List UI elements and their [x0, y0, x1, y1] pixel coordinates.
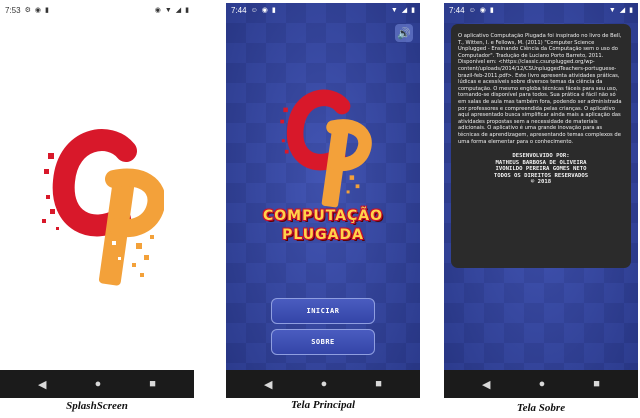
- credits-rights: TODOS OS DIREITOS RESERVADOS: [493, 172, 589, 179]
- wifi-icon: ▼: [390, 6, 398, 14]
- navigation-bar: ◀ ● ■: [444, 370, 638, 398]
- circle-icon: ◉: [479, 6, 486, 14]
- navigation-bar: ◀ ● ■: [0, 370, 194, 398]
- battery-icon: ▮: [411, 6, 415, 14]
- app-title-line2: PLUGADA: [282, 227, 364, 243]
- caption-main: Tela Principal: [290, 399, 356, 411]
- home-circle-icon[interactable]: ●: [539, 378, 546, 390]
- cp-logo: [276, 85, 372, 213]
- wifi-icon: ▼: [164, 6, 172, 14]
- splash-screen: 7:53 ⚙ ◉ ▮ ◉ ▼ ◢ ▮ ◀ ● ■: [0, 3, 194, 398]
- battery-icon: ▮: [629, 6, 633, 14]
- face-icon: ☺: [468, 6, 476, 14]
- app-title-line1: COMPUTAÇÃO: [262, 208, 384, 224]
- sd-card-icon: ▮: [271, 6, 276, 14]
- about-card: O aplicativo Computação Plugada foi insp…: [451, 24, 631, 268]
- status-bar: 7:44 ☺ ◉ ▮ ▼ ◢ ▮: [226, 3, 420, 17]
- navigation-bar: ◀ ● ■: [226, 370, 420, 398]
- status-bar: 7:53 ⚙ ◉ ▮ ◉ ▼ ◢ ▮: [0, 3, 194, 17]
- circle-icon: ◉: [261, 6, 268, 14]
- credits-heading: DESENVOLVIDO POR:: [512, 153, 570, 160]
- caption-about: Tela Sobre: [516, 402, 566, 414]
- signal-icon: ◢: [401, 6, 408, 14]
- back-triangle-icon[interactable]: ◀: [264, 378, 272, 391]
- status-time: 7:44: [449, 5, 465, 15]
- signal-icon: ◢: [175, 6, 182, 14]
- orange-pixel-fragments: [346, 175, 360, 194]
- circle-icon: ◉: [34, 6, 41, 14]
- start-button[interactable]: INICIAR: [271, 298, 375, 324]
- credits-author-1: MATHEUS BARBOSA DE OLIVEIRA: [495, 159, 587, 166]
- speaker-icon[interactable]: 🔊: [395, 24, 413, 42]
- battery-icon: ▮: [185, 6, 189, 14]
- credits-block: DESENVOLVIDO POR: MATHEUS BARBOSA DE OLI…: [458, 153, 624, 186]
- sd-card-icon: ▮: [489, 6, 494, 14]
- location-icon: ◉: [154, 6, 161, 14]
- about-button[interactable]: SOBRE: [271, 329, 375, 355]
- status-bar: 7:44 ☺ ◉ ▮ ▼ ◢ ▮: [444, 3, 638, 17]
- recents-square-icon[interactable]: ■: [375, 378, 382, 390]
- status-time: 7:44: [231, 5, 247, 15]
- signal-icon: ◢: [619, 6, 626, 14]
- recents-square-icon[interactable]: ■: [149, 378, 156, 390]
- cp-logo-graphic: [42, 129, 164, 286]
- credits-author-2: IVONILDO PEREIRA GOMES NETO: [495, 166, 587, 173]
- back-triangle-icon[interactable]: ◀: [38, 378, 46, 391]
- sd-card-icon: ▮: [44, 6, 49, 14]
- main-screen: 7:44 ☺ ◉ ▮ ▼ ◢ ▮ 🔊 COMPUTAÇÃO PLUGADA IN…: [226, 3, 420, 398]
- orange-pixel-fragments: [132, 235, 154, 277]
- home-circle-icon[interactable]: ●: [321, 378, 328, 390]
- recents-square-icon[interactable]: ■: [593, 378, 600, 390]
- caption-splash: SplashScreen: [66, 400, 128, 412]
- about-screen: 7:44 ☺ ◉ ▮ ▼ ◢ ▮ O aplicativo Computação…: [444, 3, 638, 398]
- back-triangle-icon[interactable]: ◀: [482, 378, 490, 391]
- credits-year: © 2018: [530, 179, 552, 186]
- cp-logo: [40, 123, 164, 293]
- cp-logo-graphic: [280, 89, 372, 208]
- gear-icon: ⚙: [24, 6, 31, 14]
- home-circle-icon[interactable]: ●: [95, 378, 102, 390]
- wifi-icon: ▼: [608, 6, 616, 14]
- status-time: 7:53: [5, 5, 21, 15]
- about-description: O aplicativo Computação Plugada foi insp…: [458, 33, 622, 145]
- face-icon: ☺: [250, 6, 258, 14]
